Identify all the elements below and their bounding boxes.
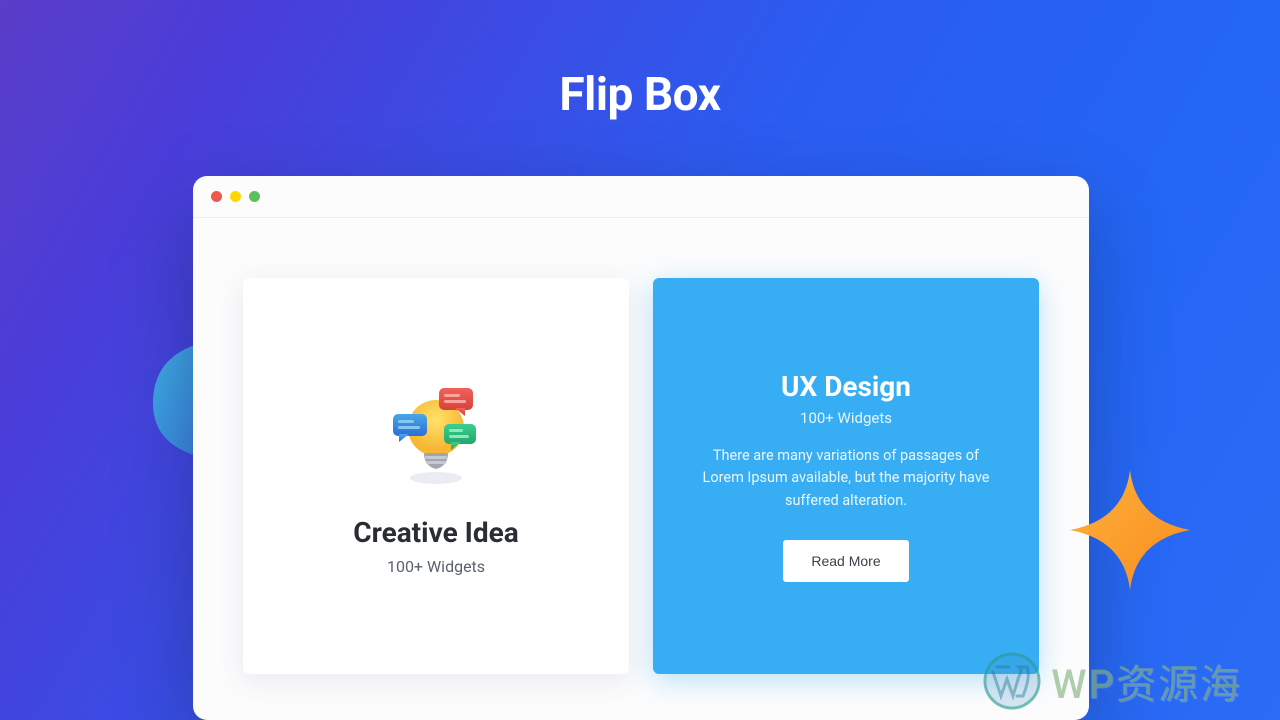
flip-box-back[interactable]: UX Design 100+ Widgets There are many va… bbox=[653, 278, 1039, 674]
card-subtitle: 100+ Widgets bbox=[387, 557, 485, 576]
window-maximize-dot bbox=[249, 191, 260, 202]
card-subtitle: 100+ Widgets bbox=[800, 409, 892, 427]
watermark-text: WP资源海 bbox=[1051, 652, 1242, 710]
card-title: UX Design bbox=[781, 370, 911, 403]
window-minimize-dot bbox=[230, 191, 241, 202]
watermark: WP资源海 bbox=[983, 652, 1242, 710]
card-description: There are many variations of passages of… bbox=[681, 445, 1011, 512]
wordpress-logo-icon bbox=[983, 652, 1041, 710]
browser-window: Creative Idea 100+ Widgets UX Design 100… bbox=[193, 176, 1089, 720]
window-close-dot bbox=[211, 191, 222, 202]
lightbulb-chat-icon bbox=[381, 376, 491, 490]
sparkle-decoration-icon bbox=[1070, 470, 1190, 590]
flip-box-front[interactable]: Creative Idea 100+ Widgets bbox=[243, 278, 629, 674]
cards-row: Creative Idea 100+ Widgets UX Design 100… bbox=[193, 218, 1089, 674]
page-title: Flip Box bbox=[0, 0, 1280, 122]
browser-header bbox=[193, 176, 1089, 218]
card-title: Creative Idea bbox=[353, 516, 518, 549]
read-more-button[interactable]: Read More bbox=[783, 540, 908, 582]
